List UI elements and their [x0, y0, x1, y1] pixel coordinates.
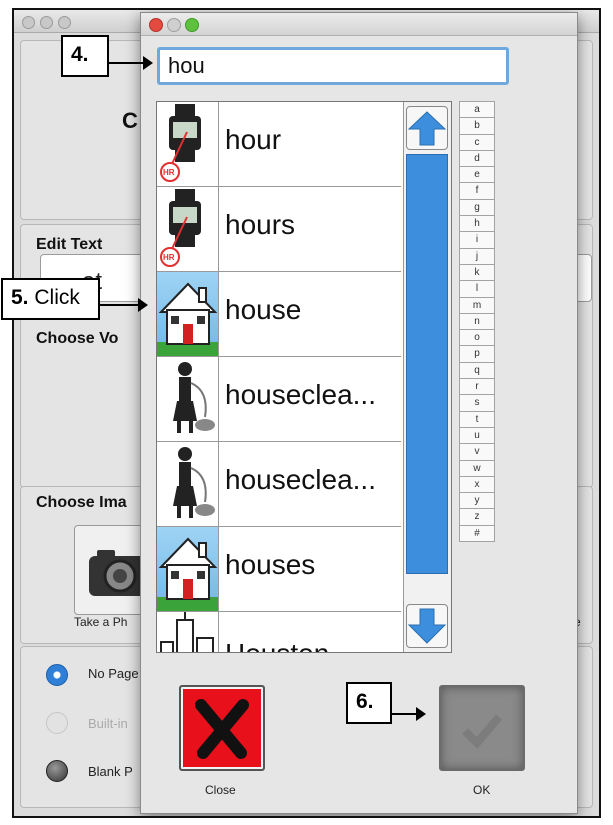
radio-built-in[interactable] — [46, 712, 68, 734]
scroll-down-button[interactable] — [406, 604, 448, 648]
letter-b[interactable]: b — [459, 118, 495, 135]
result-item-hours[interactable]: HR hours — [157, 187, 401, 272]
dialog-titlebar — [141, 13, 577, 36]
result-label: house — [225, 294, 302, 325]
x-mark-icon — [195, 699, 249, 759]
ok-button-label: OK — [473, 783, 491, 797]
dialog-minimize-light[interactable] — [167, 18, 181, 32]
letter-u[interactable]: u — [459, 427, 495, 445]
arrow-up-icon — [407, 111, 447, 146]
letter-m[interactable]: m — [459, 297, 495, 314]
watch-hour-icon: HR — [157, 102, 219, 186]
city-skyline-icon — [157, 612, 219, 652]
scroll-up-button[interactable] — [406, 106, 448, 150]
letter-h[interactable]: h — [459, 216, 495, 233]
checkmark-icon — [462, 714, 503, 749]
watch-badge: HR — [163, 168, 175, 177]
step-4-arrow — [109, 56, 153, 70]
result-label: houseclea... — [225, 464, 376, 495]
take-photo-label: Take a Ph — [74, 615, 128, 629]
result-label: houseclea... — [225, 379, 376, 410]
letter-v[interactable]: v — [459, 444, 495, 461]
screenshot-frame: C Edit Text a t Choose Vo Choose Ima Take… — [12, 8, 601, 818]
letter-p[interactable]: p — [459, 346, 495, 363]
result-item-housecleaner[interactable]: houseclea... — [157, 357, 401, 442]
watch-badge: HR — [163, 253, 175, 262]
radio-blank-page-label: Blank P — [88, 764, 133, 779]
letter-y[interactable]: y — [459, 493, 495, 510]
letter-d[interactable]: d — [459, 150, 495, 168]
cleaner-vacuum-icon — [157, 357, 219, 441]
letter-f[interactable]: f — [459, 183, 495, 200]
dialog-close-light[interactable] — [149, 18, 163, 32]
cleaner-vacuum-icon — [157, 442, 219, 526]
letter-w[interactable]: w — [459, 460, 495, 477]
letter-n[interactable]: n — [459, 313, 495, 331]
step-6-arrow — [392, 707, 426, 721]
scroll-track[interactable] — [406, 154, 448, 574]
step-6-callout: 6. — [346, 682, 392, 724]
letter-i[interactable]: i — [459, 232, 495, 249]
result-item-houses[interactable]: houses — [157, 527, 401, 612]
bg-window-title: C — [122, 108, 138, 133]
letter-t[interactable]: t — [459, 411, 495, 428]
edit-text-label: Edit Text — [36, 236, 103, 253]
symbol-results-list: HR hour HR hours house houseclea... hous… — [156, 101, 452, 653]
choose-image-label: Choose Ima — [36, 494, 127, 511]
letter-j[interactable]: j — [459, 248, 495, 265]
choose-voice-label: Choose Vo — [36, 330, 119, 347]
result-label: hours — [225, 209, 296, 240]
radio-no-page-label: No Page — [88, 666, 139, 681]
letter-g[interactable]: g — [459, 199, 495, 217]
letter-l[interactable]: l — [459, 281, 495, 298]
bg-zoom-light[interactable] — [58, 16, 71, 29]
bg-close-light[interactable] — [22, 16, 35, 29]
radio-no-page[interactable] — [46, 664, 68, 686]
letter-e[interactable]: e — [459, 167, 495, 184]
letter-c[interactable]: c — [459, 134, 495, 151]
step-6-number: 6. — [356, 690, 374, 713]
letter-k[interactable]: k — [459, 264, 495, 282]
result-label: hour — [225, 124, 282, 155]
arrow-down-icon — [407, 608, 447, 644]
bg-minimize-light[interactable] — [40, 16, 53, 29]
close-button[interactable] — [179, 685, 265, 771]
close-button-label: Close — [205, 783, 236, 797]
letter-q[interactable]: q — [459, 362, 495, 380]
radio-blank-page[interactable] — [46, 760, 68, 782]
letter-x[interactable]: x — [459, 476, 495, 494]
step-5-number: 5. — [11, 286, 29, 309]
alphabet-index: a b c d e f g h i j k l m n o p q r s t … — [459, 101, 495, 543]
result-item-houston[interactable]: Houston — [157, 612, 401, 652]
step-5-arrow — [100, 298, 148, 312]
letter-a[interactable]: a — [459, 101, 495, 119]
ok-button[interactable] — [439, 685, 525, 771]
house-icon — [157, 527, 219, 611]
letter-s[interactable]: s — [459, 395, 495, 412]
letter-z[interactable]: z — [459, 509, 495, 526]
result-item-housecleaning[interactable]: houseclea... — [157, 442, 401, 527]
result-item-hour[interactable]: HR hour — [157, 102, 401, 187]
step-4-callout: 4. — [61, 35, 109, 77]
house-icon — [157, 272, 219, 356]
letter-r[interactable]: r — [459, 379, 495, 396]
watch-hour-icon: HR — [157, 187, 219, 271]
results-scrollbar[interactable] — [403, 102, 451, 652]
symbol-search-input[interactable] — [157, 47, 509, 85]
dialog-zoom-light[interactable] — [185, 18, 199, 32]
step-5-callout: 5. Click — [1, 278, 100, 320]
step-5-text: Click — [34, 286, 80, 309]
result-label: houses — [225, 549, 316, 580]
result-item-house[interactable]: house — [157, 272, 401, 357]
letter-hash[interactable]: # — [459, 525, 495, 543]
result-label: Houston — [225, 638, 329, 652]
step-4-number: 4. — [71, 43, 89, 66]
radio-built-in-label: Built-in — [88, 716, 128, 731]
letter-o[interactable]: o — [459, 330, 495, 347]
